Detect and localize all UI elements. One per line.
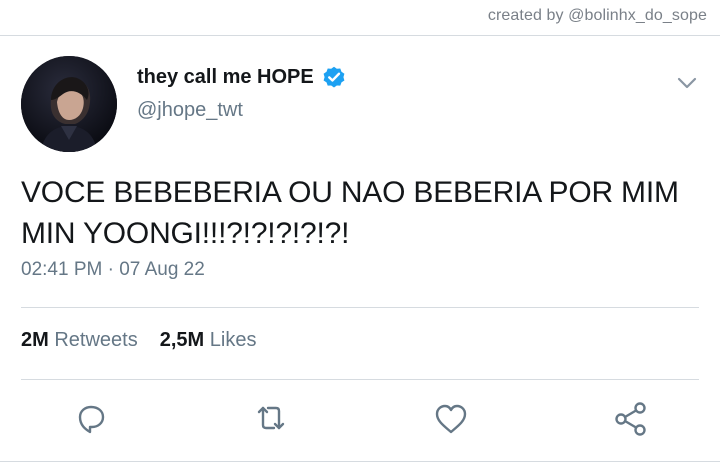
retweet-button[interactable] [252, 400, 290, 438]
retweets-stat[interactable]: 2M Retweets [21, 329, 138, 352]
display-name[interactable]: they call me HOPE [137, 66, 314, 89]
tweet-text-line: MIN YOONGI!!!?!?!?!?!?! [21, 217, 350, 250]
creator-credit: created by @bolinhx_do_sope [487, 7, 707, 24]
chevron-down-icon[interactable] [676, 72, 698, 94]
reply-button[interactable] [72, 400, 110, 438]
tweet-text: VOCE BEBEBERIA OU NAO BEBERIA POR MIM MI… [21, 172, 701, 254]
verified-badge-icon [321, 64, 347, 90]
bottom-divider [0, 461, 720, 462]
tweet-date: 07 Aug 22 [119, 259, 205, 280]
tweet-stats: 2M Retweets 2,5M Likes [21, 329, 256, 352]
meta-separator: · [107, 259, 114, 280]
divider [21, 379, 699, 380]
tweet-timestamp[interactable]: 02:41 PM · 07 Aug 22 [21, 259, 205, 281]
tweet-time: 02:41 PM [21, 259, 103, 280]
share-icon [615, 402, 646, 436]
divider [21, 307, 699, 308]
reply-icon [78, 405, 105, 434]
avatar[interactable] [21, 56, 117, 152]
retweets-count: 2M [21, 329, 49, 351]
tweet-text-line: VOCE BEBEBERIA OU NAO BEBERIA POR MIM [21, 176, 679, 209]
share-button[interactable] [612, 400, 650, 438]
top-divider [0, 35, 720, 36]
likes-label: Likes [209, 329, 257, 351]
retweet-icon [257, 406, 285, 430]
tweet-actions [0, 400, 720, 440]
heart-icon [435, 404, 467, 434]
user-handle[interactable]: @jhope_twt [137, 99, 243, 122]
likes-stat[interactable]: 2,5M Likes [160, 329, 257, 352]
like-button[interactable] [432, 400, 470, 438]
likes-count: 2,5M [159, 329, 205, 351]
retweets-label: Retweets [54, 329, 138, 351]
profile-photo-icon [21, 56, 117, 152]
display-name-row[interactable]: they call me HOPE [137, 64, 347, 90]
